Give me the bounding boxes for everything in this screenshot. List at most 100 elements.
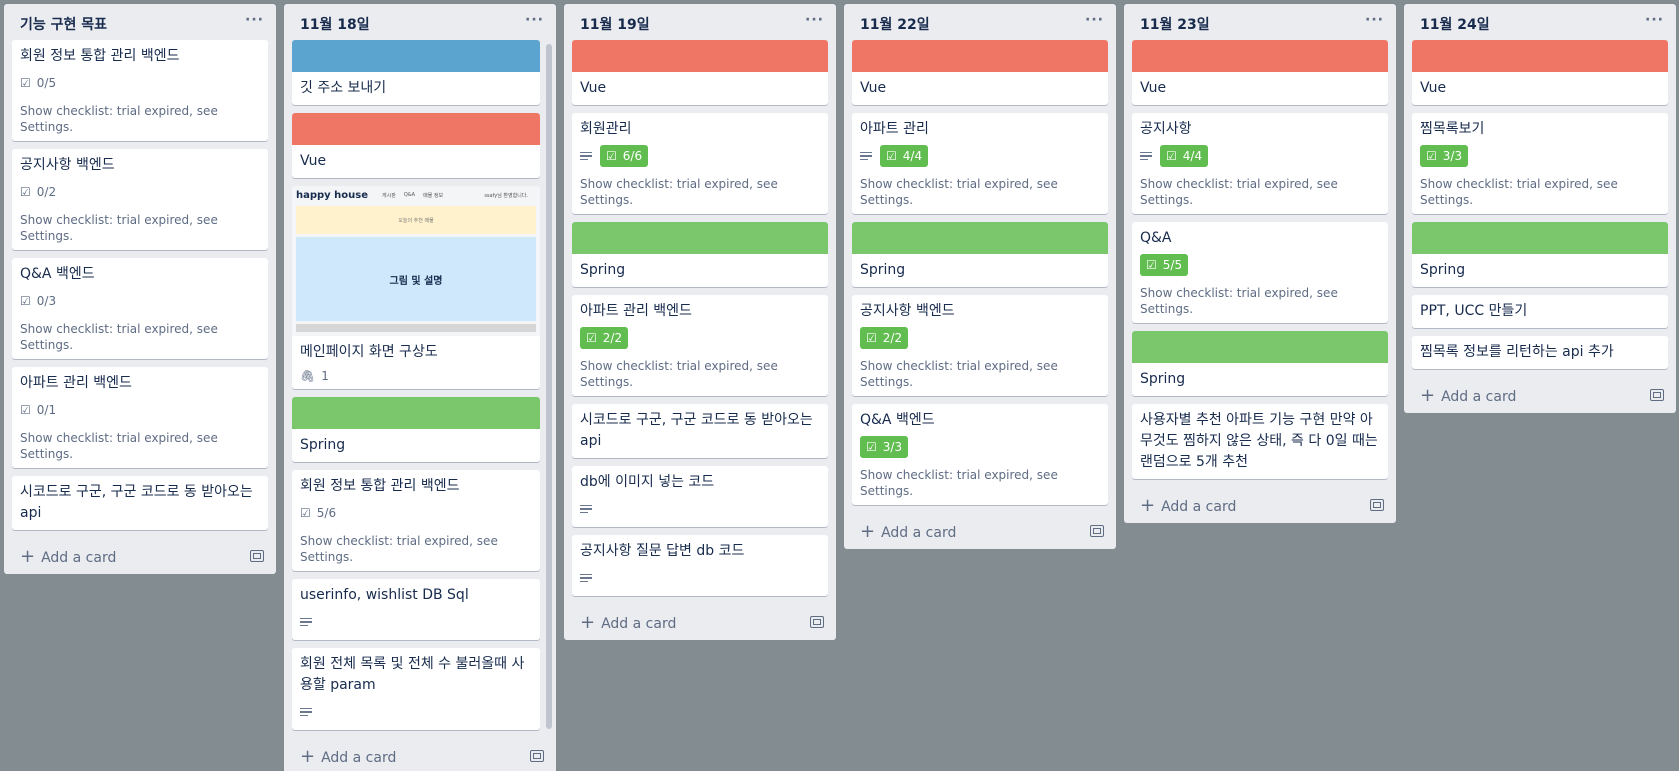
card[interactable]: PPT, UCC 만들기 xyxy=(1412,295,1668,328)
card[interactable]: 시코드로 구군, 구군 코드로 동 받아오는 api xyxy=(12,476,268,530)
card-title: 시코드로 구군, 구군 코드로 동 받아오는 api xyxy=(580,412,813,449)
card-title: 회원 정보 통합 관리 백엔드 xyxy=(20,48,180,64)
card-title: 아파트 관리 백엔드 xyxy=(580,303,692,319)
checklist-badge: ☑ 0/5 xyxy=(20,76,56,90)
card-template-icon[interactable] xyxy=(250,550,264,562)
checklist-complete-badge: ☑ 4/4 xyxy=(880,145,929,167)
card-title: Q&A 백엔드 xyxy=(860,412,935,428)
card[interactable]: Spring xyxy=(1132,331,1388,396)
card-title: 회원관리 xyxy=(580,121,632,137)
checklist-badge: ☑ 5/6 xyxy=(300,506,336,520)
card[interactable]: happy house 게시판 Q&A 매물 정보 ssafy님 환영합니다. … xyxy=(292,186,540,389)
attachment-badge: 🖇 1 xyxy=(300,369,532,383)
card-title: 깃 주소 보내기 xyxy=(300,80,387,96)
list-title[interactable]: 11월 24일 xyxy=(1420,14,1490,34)
card[interactable]: 회원관리 ☑ 6/6 Show checklist: trial expired,… xyxy=(572,113,828,214)
ellipsis-icon[interactable]: ··· xyxy=(805,13,824,27)
card[interactable]: 찜목록보기 ☑ 3/3 Show checklist: trial expired… xyxy=(1412,113,1668,214)
card-title: 공지사항 백엔드 xyxy=(20,157,115,173)
list-nov-22: 11월 22일 ··· Vue 아파트 관리 ☑ 4/4 Show checkli… xyxy=(844,4,1116,549)
card-template-icon[interactable] xyxy=(810,616,824,628)
ellipsis-icon[interactable]: ··· xyxy=(1085,13,1104,27)
checklist-count: 5/6 xyxy=(316,506,337,520)
card-template-icon[interactable] xyxy=(530,750,544,762)
add-card-button[interactable]: + Add a card xyxy=(284,738,556,771)
card[interactable]: 회원 전체 목록 및 전체 수 불러올때 사용할 param xyxy=(292,648,540,730)
card-title: 찜목록보기 xyxy=(1420,121,1485,137)
card[interactable]: 찜목록 정보를 리턴하는 api 추가 xyxy=(1412,336,1668,369)
card[interactable]: Vue xyxy=(1132,40,1388,105)
add-card-button[interactable]: + Add a card xyxy=(844,513,1116,549)
description-icon xyxy=(580,503,592,516)
checklist-complete-badge: ☑ 3/3 xyxy=(1420,145,1469,167)
card[interactable]: Q&A ☑ 5/5 Show checklist: trial expired, … xyxy=(1132,222,1388,323)
card[interactable]: 아파트 관리 백엔드 ☑ 2/2 Show checklist: trial ex… xyxy=(572,295,828,396)
checklist-complete-badge: ☑ 4/4 xyxy=(1160,145,1209,167)
scrollbar[interactable] xyxy=(546,44,552,729)
card[interactable]: 아파트 관리 백엔드 ☑ 0/1 Show checklist: trial ex… xyxy=(12,367,268,468)
checklist-count: 3/3 xyxy=(882,440,903,454)
card[interactable]: 공지사항 질문 답변 db 코드 xyxy=(572,535,828,596)
list-title[interactable]: 11월 18일 xyxy=(300,14,370,34)
card[interactable]: Vue xyxy=(852,40,1108,105)
checklist-icon: ☑ xyxy=(586,331,597,345)
card[interactable]: 공지사항 백엔드 ☑ 0/2 Show checklist: trial expi… xyxy=(12,149,268,250)
ellipsis-icon[interactable]: ··· xyxy=(1645,13,1664,27)
card[interactable]: 회원 정보 통합 관리 백엔드 ☑ 5/6 Show checklist: tri… xyxy=(292,470,540,571)
list-title[interactable]: 11월 22일 xyxy=(860,14,930,34)
card-title: Q&A 백엔드 xyxy=(20,266,95,282)
add-card-button[interactable]: + Add a card xyxy=(564,604,836,640)
plus-icon: + xyxy=(580,611,596,633)
ellipsis-icon[interactable]: ··· xyxy=(1365,13,1384,27)
card-title: db에 이미지 넣는 코드 xyxy=(580,474,715,490)
add-card-button[interactable]: + Add a card xyxy=(1404,377,1676,413)
green-label xyxy=(1132,331,1388,363)
card-title: 시코드로 구군, 구군 코드로 동 받아오는 api xyxy=(20,484,253,521)
list-feature-goals: 기능 구현 목표 ··· 회원 정보 통합 관리 백엔드 ☑ 0/5 Show c… xyxy=(4,4,276,574)
checklist-badge: ☑ 0/1 xyxy=(20,403,56,417)
list-title[interactable]: 11월 19일 xyxy=(580,14,650,34)
card[interactable]: 사용자별 추천 아파트 기능 구현 만약 아무것도 찜하지 않은 상태, 즉 다… xyxy=(1132,404,1388,479)
checklist-icon: ☑ xyxy=(20,76,31,90)
trial-note: Show checklist: trial expired, see Setti… xyxy=(300,534,498,564)
list-title[interactable]: 11월 23일 xyxy=(1140,14,1210,34)
card[interactable]: Vue xyxy=(1412,40,1668,105)
card-image: happy house 게시판 Q&A 매물 정보 ssafy님 환영합니다. … xyxy=(292,186,540,336)
card[interactable]: Vue xyxy=(292,113,540,178)
green-label xyxy=(292,397,540,429)
card[interactable]: 깃 주소 보내기 xyxy=(292,40,540,105)
card-template-icon[interactable] xyxy=(1090,525,1104,537)
ellipsis-icon[interactable]: ··· xyxy=(245,13,264,27)
card[interactable]: 공지사항 ☑ 4/4 Show checklist: trial expired,… xyxy=(1132,113,1388,214)
card[interactable]: 회원 정보 통합 관리 백엔드 ☑ 0/5 Show checklist: tri… xyxy=(12,40,268,141)
card[interactable]: Spring xyxy=(1412,222,1668,287)
card-title: Spring xyxy=(300,437,346,453)
card[interactable]: Q&A 백엔드 ☑ 0/3 Show checklist: trial expir… xyxy=(12,258,268,359)
card[interactable]: Vue xyxy=(572,40,828,105)
ellipsis-icon[interactable]: ··· xyxy=(525,13,544,27)
card-title: userinfo, wishlist DB Sql xyxy=(300,587,469,603)
card-template-icon[interactable] xyxy=(1650,389,1664,401)
card[interactable]: 시코드로 구군, 구군 코드로 동 받아오는 api xyxy=(572,404,828,458)
card-template-icon[interactable] xyxy=(1370,499,1384,511)
checklist-count: 5/5 xyxy=(1162,258,1183,272)
card-title: Q&A xyxy=(1140,230,1172,246)
checklist-count: 4/4 xyxy=(1182,149,1203,163)
mock-nav: Q&A xyxy=(403,192,416,198)
list-header: 11월 19일 ··· xyxy=(564,4,836,40)
list-title[interactable]: 기능 구현 목표 xyxy=(20,14,107,34)
plus-icon: + xyxy=(1420,384,1436,406)
card[interactable]: 아파트 관리 ☑ 4/4 Show checklist: trial expire… xyxy=(852,113,1108,214)
card[interactable]: userinfo, wishlist DB Sql xyxy=(292,579,540,640)
red-label xyxy=(1132,40,1388,72)
checklist-count: 2/2 xyxy=(602,331,623,345)
card[interactable]: 공지사항 백엔드 ☑ 2/2 Show checklist: trial expi… xyxy=(852,295,1108,396)
card-title: PPT, UCC 만들기 xyxy=(1420,303,1528,319)
card[interactable]: db에 이미지 넣는 코드 xyxy=(572,466,828,527)
card[interactable]: Spring xyxy=(572,222,828,287)
card[interactable]: Spring xyxy=(852,222,1108,287)
card[interactable]: Spring xyxy=(292,397,540,462)
add-card-button[interactable]: + Add a card xyxy=(1124,487,1396,523)
card[interactable]: Q&A 백엔드 ☑ 3/3 Show checklist: trial expir… xyxy=(852,404,1108,505)
add-card-button[interactable]: + Add a card xyxy=(4,538,276,574)
